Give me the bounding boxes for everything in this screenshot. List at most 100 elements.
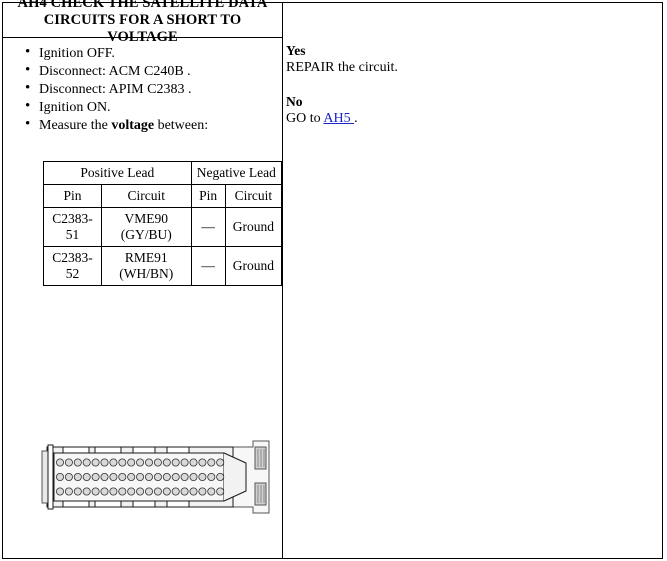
circuit-color: (WH/BN) (119, 266, 174, 281)
connector-pin (82, 487, 91, 496)
measurement-table-wrapper: Positive Lead Negative Lead Pin Circuit … (43, 161, 283, 286)
cell-negative-circuit: Ground (224, 207, 283, 247)
connector-pin (91, 458, 100, 467)
connector-pin (73, 487, 82, 496)
step-text: Disconnect: ACM C240B . (39, 64, 191, 79)
connector-pin (207, 458, 216, 467)
header-negative-circuit: Circuit (224, 184, 283, 208)
connector-pin (64, 458, 73, 467)
connector-pin (153, 487, 162, 496)
circuit-code: RME91 (124, 250, 168, 265)
connector-pin (136, 458, 145, 467)
result-no-action-pre: GO to (286, 111, 324, 126)
header-negative-pin: Pin (190, 184, 226, 208)
list-item: Disconnect: ACM C240B . (25, 62, 282, 80)
connector-pin (198, 473, 207, 482)
connector-pin (100, 458, 109, 467)
connector-pin (82, 458, 91, 467)
connector-pin (118, 473, 127, 482)
table-header-group-row: Positive Lead Negative Lead (43, 161, 283, 185)
circuit-code: VME90 (124, 211, 169, 226)
connector-pin (118, 487, 127, 496)
connector-pin (73, 458, 82, 467)
column-divider (282, 2, 283, 559)
connector-pin (55, 458, 64, 467)
result-no-label: No (286, 94, 303, 109)
step-text-pre: Measure the (39, 118, 112, 133)
list-item: Measure the voltage between: (25, 116, 282, 134)
cell-negative-circuit: Ground (224, 246, 283, 286)
cell-positive-circuit: VME90 (GY/BU) (100, 207, 192, 247)
result-yes-action: REPAIR the circuit. (286, 60, 398, 75)
table-header-sub-row: Pin Circuit Pin Circuit (43, 184, 283, 208)
connector-pin (64, 473, 73, 482)
procedure-step-list: Ignition OFF. Disconnect: ACM C240B . Di… (3, 44, 282, 134)
circuit-color: (GY/BU) (120, 227, 172, 242)
cell-positive-pin: C2383-52 (43, 246, 102, 286)
list-item: Disconnect: APIM C2383 . (25, 80, 282, 98)
connector-pin (207, 473, 216, 482)
connector-pin (180, 458, 189, 467)
connector-pin (171, 487, 180, 496)
page-title: AH4 CHECK THE SATELLITE DATA CIRCUITS FO… (2, 0, 283, 45)
connector-pin (145, 458, 154, 467)
step-text: Ignition OFF. (39, 46, 115, 61)
step-text-emphasis: voltage (111, 118, 155, 133)
list-item: Ignition OFF. (25, 44, 282, 62)
connector-pin (145, 487, 154, 496)
connector-pin (162, 473, 171, 482)
connector-pin (162, 458, 171, 467)
connector-pin (82, 473, 91, 482)
connector-pin (109, 487, 118, 496)
pinpoint-test-page: AH4 CHECK THE SATELLITE DATA CIRCUITS FO… (0, 0, 667, 561)
result-yes-label: Yes (286, 43, 306, 58)
connector-pin (73, 473, 82, 482)
frame-top-border-right (283, 2, 663, 3)
connector-pin (127, 487, 136, 496)
connector-pin (216, 458, 225, 467)
connector-pin (216, 487, 225, 496)
connector-pin (91, 473, 100, 482)
step-text: Disconnect: APIM C2383 . (39, 82, 192, 97)
connector-pin (91, 487, 100, 496)
header-positive-pin: Pin (43, 184, 102, 208)
connector-pin (55, 487, 64, 496)
connector-diagram (41, 437, 273, 517)
connector-pin (109, 458, 118, 467)
connector-pin (180, 487, 189, 496)
connector-pin (153, 473, 162, 482)
list-item: Ignition ON. (25, 98, 282, 116)
step-text: Ignition ON. (39, 100, 111, 115)
connector-pin (136, 487, 145, 496)
link-ah5[interactable]: AH5 (323, 111, 354, 126)
connector-pin (64, 487, 73, 496)
connector-pin (171, 458, 180, 467)
table-row: C2383-51 VME90 (GY/BU) — Ground (43, 207, 283, 247)
connector-pin (136, 473, 145, 482)
cell-negative-pin: — (190, 246, 226, 286)
test-result-column: Yes REPAIR the circuit. No GO to AH5 . (286, 42, 656, 127)
connector-pin (127, 458, 136, 467)
step-text-post: between: (154, 118, 209, 133)
connector-pin (171, 473, 180, 482)
connector-pin (198, 458, 207, 467)
connector-pin (153, 458, 162, 467)
header-negative-lead: Negative Lead (190, 161, 283, 185)
connector-pin (118, 458, 127, 467)
connector-pin (189, 458, 198, 467)
connector-pin (100, 487, 109, 496)
connector-pin (127, 473, 136, 482)
cell-positive-circuit: RME91 (WH/BN) (100, 246, 192, 286)
test-procedure-column: Ignition OFF. Disconnect: ACM C240B . Di… (3, 39, 283, 559)
connector-pin (189, 487, 198, 496)
table-row: C2383-52 RME91 (WH/BN) — Ground (43, 246, 283, 286)
header-positive-lead: Positive Lead (43, 161, 192, 185)
connector-pin (198, 487, 207, 496)
connector-pin (189, 473, 198, 482)
cell-positive-pin: C2383-51 (43, 207, 102, 247)
measurement-table: Positive Lead Negative Lead Pin Circuit … (43, 161, 283, 286)
header-positive-circuit: Circuit (100, 184, 192, 208)
connector-pin (216, 473, 225, 482)
connector-pin (180, 473, 189, 482)
result-no-action-post: . (354, 111, 358, 126)
